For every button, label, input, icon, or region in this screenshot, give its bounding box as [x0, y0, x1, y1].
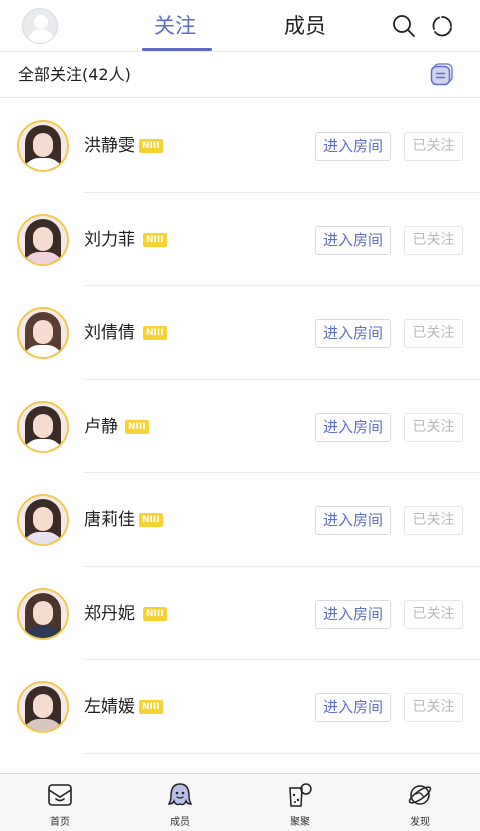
discover-planet-icon — [408, 785, 432, 805]
member-avatar[interactable] — [17, 587, 69, 640]
nav-members-label: 成员 — [170, 817, 190, 828]
nav-gather-label: 聚聚 — [290, 817, 310, 828]
member-name: 郑丹妮 — [84, 603, 135, 624]
home-mail-icon — [48, 784, 72, 806]
bottom-navigation: 首页 成员 聚聚 发现 — [0, 773, 480, 831]
team-badge: NIII — [139, 513, 163, 527]
refresh-icon[interactable] — [430, 14, 454, 38]
member-avatar[interactable] — [17, 494, 69, 546]
search-icon[interactable] — [392, 14, 416, 38]
team-badge: NIII — [143, 232, 167, 247]
gather-cup-icon — [289, 783, 312, 807]
member-name: 刘倩倩 — [84, 323, 135, 343]
member-name: 卢静 — [84, 416, 118, 437]
row-divider — [84, 752, 480, 754]
member-row[interactable]: 洪静雯 NIII 进入房间 已关注 — [0, 99, 480, 193]
member-avatar[interactable] — [17, 307, 69, 359]
followed-button[interactable]: 已关注 — [404, 693, 463, 722]
nav-gather[interactable]: 聚聚 — [240, 774, 360, 831]
team-badge: NIII — [139, 700, 163, 714]
member-avatar[interactable] — [17, 400, 69, 453]
enter-room-button[interactable]: 进入房间 — [315, 506, 391, 535]
followed-button[interactable]: 已关注 — [404, 319, 463, 348]
enter-room-button[interactable]: 进入房间 — [315, 693, 391, 722]
member-row[interactable]: 唐莉佳 NIII 进入房间 已关注 — [0, 473, 480, 567]
followed-member-list: 洪静雯 NIII 进入房间 已关注 刘力菲 NIII 进入房间 已关注 刘倩倩 … — [0, 99, 480, 754]
member-row[interactable]: 左婧媛 NIII 进入房间 已关注 — [0, 660, 480, 754]
team-badge: NIII — [143, 606, 167, 621]
nav-discover[interactable]: 发现 — [360, 774, 480, 831]
enter-room-button[interactable]: 进入房间 — [315, 132, 391, 161]
followed-button[interactable]: 已关注 — [404, 132, 463, 161]
followed-button[interactable]: 已关注 — [404, 506, 463, 535]
members-octopus-icon — [167, 783, 193, 806]
nav-discover-label: 发现 — [410, 817, 430, 828]
tab-following[interactable]: 关注 — [140, 0, 212, 52]
list-manage-icon[interactable] — [430, 62, 454, 86]
member-row[interactable]: 刘力菲 NIII 进入房间 已关注 — [0, 193, 480, 286]
followed-button[interactable]: 已关注 — [404, 412, 463, 442]
team-badge: NIII — [125, 419, 149, 434]
member-name: 洪静雯 — [84, 136, 135, 156]
enter-room-button[interactable]: 进入房间 — [315, 225, 391, 255]
followed-button[interactable]: 已关注 — [404, 599, 463, 629]
avatar-body-shape — [28, 29, 54, 43]
nav-home-label: 首页 — [50, 817, 70, 828]
tab-bar: 关注 成员 — [140, 0, 340, 52]
member-avatar[interactable] — [17, 681, 69, 733]
enter-room-button[interactable]: 进入房间 — [315, 412, 391, 442]
top-bar: 关注 成员 — [0, 0, 480, 52]
member-name: 左婧媛 — [84, 697, 135, 717]
avatar-head-shape — [34, 15, 48, 29]
nav-members[interactable]: 成员 — [120, 774, 240, 831]
user-avatar[interactable] — [22, 8, 58, 44]
member-name: 刘力菲 — [84, 229, 135, 250]
followed-button[interactable]: 已关注 — [404, 225, 463, 255]
enter-room-button[interactable]: 进入房间 — [315, 599, 391, 629]
member-row[interactable]: 卢静 NIII 进入房间 已关注 — [0, 380, 480, 473]
team-badge: NIII — [139, 139, 163, 153]
nav-home[interactable]: 首页 — [0, 774, 120, 831]
enter-room-button[interactable]: 进入房间 — [315, 319, 391, 348]
member-row[interactable]: 刘倩倩 NIII 进入房间 已关注 — [0, 286, 480, 380]
member-row[interactable]: 郑丹妮 NIII 进入房间 已关注 — [0, 567, 480, 660]
member-avatar[interactable] — [17, 213, 69, 266]
following-count-label: 全部关注(42人) — [18, 65, 131, 84]
member-avatar[interactable] — [17, 120, 69, 172]
member-name: 唐莉佳 — [84, 510, 135, 530]
team-badge: NIII — [143, 326, 167, 340]
following-summary-bar: 全部关注(42人) — [0, 52, 480, 98]
tab-members[interactable]: 成员 — [270, 0, 340, 52]
